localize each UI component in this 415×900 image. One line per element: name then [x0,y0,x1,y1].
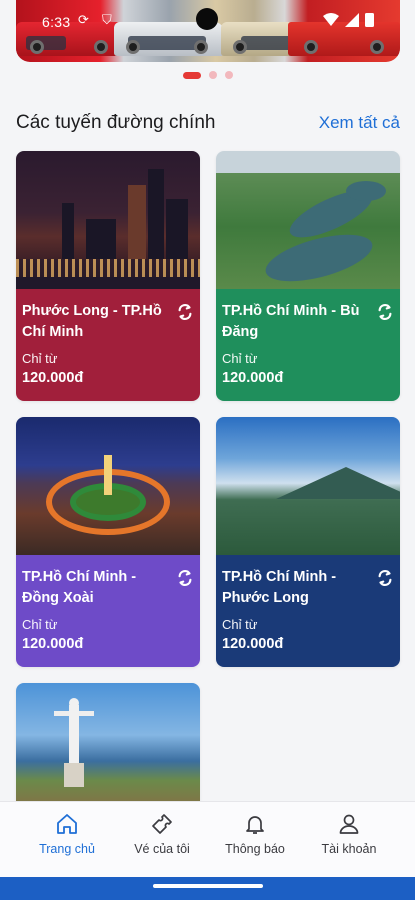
nav-account[interactable]: Tài khoản [299,812,399,856]
route-card[interactable]: TP.Hồ Chí Minh - Phước Long Chỉ từ 120.0… [216,417,400,667]
route-name: TP.Hồ Chí Minh - Phước Long [222,569,337,606]
price-prefix: Chỉ từ [22,617,58,632]
route-photo [216,417,400,555]
carousel-indicator [0,71,415,79]
swap-icon [378,570,392,586]
ticket-icon [152,814,172,834]
status-icons [323,12,374,27]
home-icon [57,814,77,834]
route-photo [16,683,200,813]
truck-image [288,22,400,56]
section-title: Các tuyến đường chính [16,112,216,133]
route-name: TP.Hồ Chí Minh - Bù Đăng [222,303,360,340]
route-info: TP.Hồ Chí Minh - Bù Đăng Chỉ từ 120.000đ [216,289,400,401]
sync-status-icon: ⟳ [78,12,89,27]
camera-cutout [196,8,218,30]
route-info: TP.Hồ Chí Minh - Phước Long Chỉ từ 120.0… [216,555,400,667]
nav-label: Trang chủ [39,842,95,856]
route-info: Phước Long - TP.Hồ Chí Minh Chỉ từ 120.0… [16,289,200,401]
swap-icon [378,304,392,320]
route-price: 120.000đ [222,636,284,652]
carousel-dot[interactable] [224,71,233,79]
home-indicator[interactable] [153,884,263,888]
user-icon [339,814,359,834]
carousel-dot-active[interactable] [182,71,201,79]
route-photo [216,151,400,289]
shield-status-icon: ⛉ [102,12,112,27]
bell-icon [246,816,264,834]
route-card[interactable]: TP.Hồ Chí Minh - Bù Đăng Chỉ từ 120.000đ [216,151,400,401]
wifi-icon [323,12,339,26]
price-prefix: Chỉ từ [22,351,58,366]
swap-icon [178,570,192,586]
carousel-dot[interactable] [208,71,217,79]
route-card[interactable] [16,683,200,813]
signal-icon [345,12,359,27]
bottom-navigation: Trang chủ Vé của tôi Thông báo Tài khoản [0,801,415,877]
battery-icon [365,13,374,27]
nav-label: Vé của tôi [134,842,190,856]
nav-notifications[interactable]: Thông báo [205,812,305,856]
route-info: TP.Hồ Chí Minh - Đồng Xoài Chỉ từ 120.00… [16,555,200,667]
see-all-link[interactable]: Xem tất cả [319,113,400,133]
route-price: 120.000đ [22,370,84,386]
route-name: TP.Hồ Chí Minh - Đồng Xoài [22,569,137,606]
swap-icon [178,304,192,320]
status-time: 6:33 [42,14,71,30]
nav-label: Thông báo [225,842,285,856]
statue-image [54,698,94,787]
nav-my-tickets[interactable]: Vé của tôi [112,812,212,856]
home-screen: 6:33 ⟳ ⛉ Các tuyến đường chính Xem tất c… [0,0,415,900]
route-photo [16,417,200,555]
route-card[interactable]: Phước Long - TP.Hồ Chí Minh Chỉ từ 120.0… [16,151,200,401]
route-price: 120.000đ [222,370,284,386]
nav-label: Tài khoản [321,842,377,856]
nav-home[interactable]: Trang chủ [17,812,117,856]
route-name: Phước Long - TP.Hồ Chí Minh [22,303,162,340]
route-price: 120.000đ [22,636,84,652]
route-photo [16,151,200,289]
price-prefix: Chỉ từ [222,617,258,632]
system-nav-bar [0,877,415,900]
route-card[interactable]: TP.Hồ Chí Minh - Đồng Xoài Chỉ từ 120.00… [16,417,200,667]
price-prefix: Chỉ từ [222,351,258,366]
